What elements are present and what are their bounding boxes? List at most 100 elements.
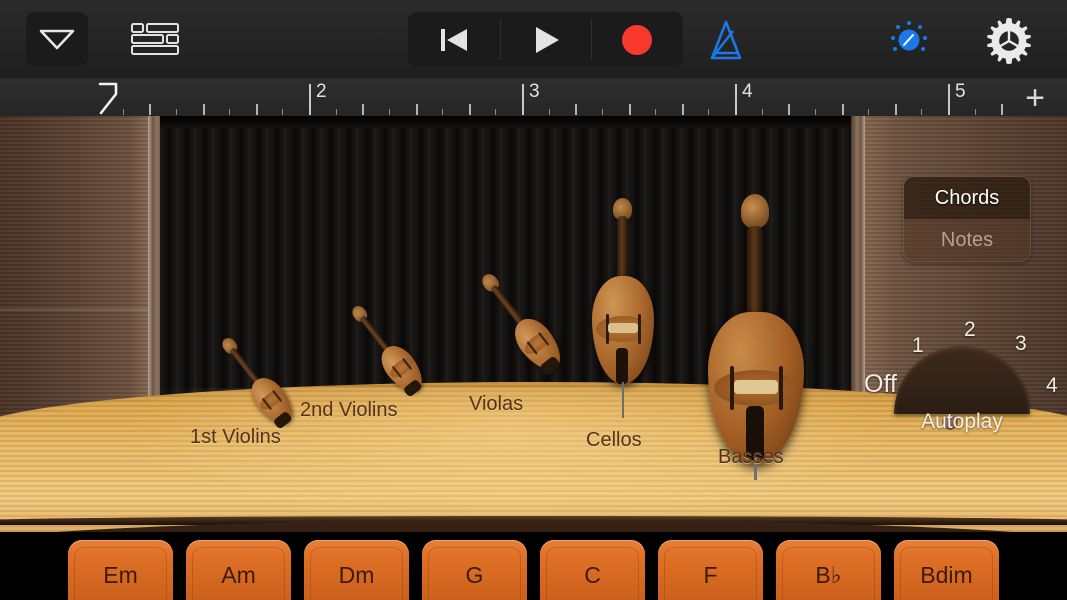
metronome-button[interactable] [697,14,755,66]
ruler-beat-tick [149,104,151,115]
label-basses: Basses [718,446,784,469]
cello-tailpiece [616,348,628,384]
fx-knob-button[interactable] [880,14,938,66]
ruler-sub-tick [336,109,337,115]
ruler-beat-tick [362,104,364,115]
transport-controls [408,12,683,67]
bass-f-hole-right [779,366,783,410]
timeline-ruler[interactable]: 2 3 45 + [0,78,1067,117]
autoplay-label: Autoplay [862,410,1062,434]
cello-f-hole-right [638,314,641,344]
ruler-beat-tick [469,104,471,115]
autoplay-tick-4[interactable]: 4 [1046,374,1058,398]
mode-option-notes[interactable]: Notes [904,219,1030,261]
chord-button[interactable]: C [540,540,645,600]
metronome-icon [706,19,746,61]
track-view-icon [130,22,180,56]
mode-option-chords[interactable]: Chords [904,177,1030,219]
chord-button-label: B♭ [776,562,881,589]
play-button[interactable] [500,12,592,67]
play-icon [529,24,563,56]
label-violas: Violas [469,393,523,416]
cello-neck [617,216,628,282]
ruler-bar-number: 2 [316,81,327,103]
ruler-bar[interactable]: 2 [309,78,522,116]
ruler-beat-tick [788,104,790,115]
ruler-ticks[interactable]: 2 3 45 [96,78,1005,116]
ruler-sub-tick [602,109,603,115]
record-button[interactable] [591,12,683,67]
chord-button-label: Dm [304,562,409,589]
ruler-sub-tick [442,109,443,115]
ruler-beat-tick [1001,104,1003,115]
ruler-bar-line [948,84,950,115]
chords-notes-switch[interactable]: Chords Notes [903,176,1031,262]
gear-icon [984,15,1034,65]
ruler-beat-tick [575,104,577,115]
chord-button-label: Am [186,562,291,589]
cello-bridge [608,323,638,333]
record-icon [620,23,654,57]
autoplay-control[interactable]: Off 1 2 3 4 Autoplay [862,310,1062,430]
ruler-beat-tick [203,104,205,115]
ruler-sub-tick [975,109,976,115]
chord-button[interactable]: Bdim [894,540,999,600]
garageband-smart-strings-app: 2345 + [0,0,1067,600]
ruler-sub-tick [868,109,869,115]
settings-button[interactable] [980,12,1038,68]
ruler-bar-line [522,84,524,115]
chord-button[interactable]: Em [68,540,173,600]
ruler-sub-tick [708,109,709,115]
ruler-bar[interactable]: 5 [948,78,1005,116]
chord-button-label: F [658,562,763,589]
ruler-sub-tick [123,109,124,115]
rewind-button[interactable] [408,12,500,67]
ruler-bar[interactable] [96,78,309,116]
chord-strip[interactable]: Em Am Dm GCF B♭ Bdim [0,532,1067,600]
autoplay-tick-off[interactable]: Off [864,370,897,399]
top-toolbar [0,0,1067,79]
ruler-bar-line [309,84,311,115]
ruler-sub-tick [762,109,763,115]
ruler-bar[interactable]: 4 [735,78,948,116]
ruler-beat-tick [842,104,844,115]
label-2nd-violins: 2nd Violins [300,399,397,422]
wall-trim-left [0,308,152,311]
ruler-bar-number: 5 [955,81,966,103]
rewind-icon [436,25,472,55]
chord-button[interactable]: Dm [304,540,409,600]
autoplay-tick-2[interactable]: 2 [964,318,976,342]
chord-button[interactable]: Am [186,540,291,600]
bass-bridge [734,380,778,394]
ruler-sub-tick [495,109,496,115]
add-section-button[interactable]: + [1015,81,1055,114]
ruler-beat-tick [416,104,418,115]
chord-button[interactable]: B♭ [776,540,881,600]
chord-button[interactable]: G [422,540,527,600]
knob-icon [887,18,931,62]
bass-scroll [741,194,769,228]
chord-button-label: C [540,562,645,589]
autoplay-tick-3[interactable]: 3 [1015,332,1027,356]
chord-button[interactable]: F [658,540,763,600]
arrange-view-button[interactable] [26,12,88,66]
ruler-sub-tick [282,109,283,115]
ruler-sub-tick [549,109,550,115]
ruler-sub-tick [229,109,230,115]
chord-button-label: Bdim [894,562,999,589]
chord-button-label: Em [68,562,173,589]
autoplay-tick-1[interactable]: 1 [912,334,924,358]
cello-endpin [622,382,624,418]
playhead-marker[interactable] [97,82,119,115]
ruler-bar[interactable]: 3 [522,78,735,116]
ruler-beat-tick [256,104,258,115]
label-1st-violins: 1st Violins [190,426,281,449]
ruler-bar-number: 3 [529,81,540,103]
ruler-bar-line [735,84,737,115]
ruler-beat-tick [895,104,897,115]
track-view-button[interactable] [124,18,186,60]
ruler-sub-tick [389,109,390,115]
chord-button-label: G [422,562,527,589]
ruler-sub-tick [655,109,656,115]
label-cellos: Cellos [586,429,642,452]
